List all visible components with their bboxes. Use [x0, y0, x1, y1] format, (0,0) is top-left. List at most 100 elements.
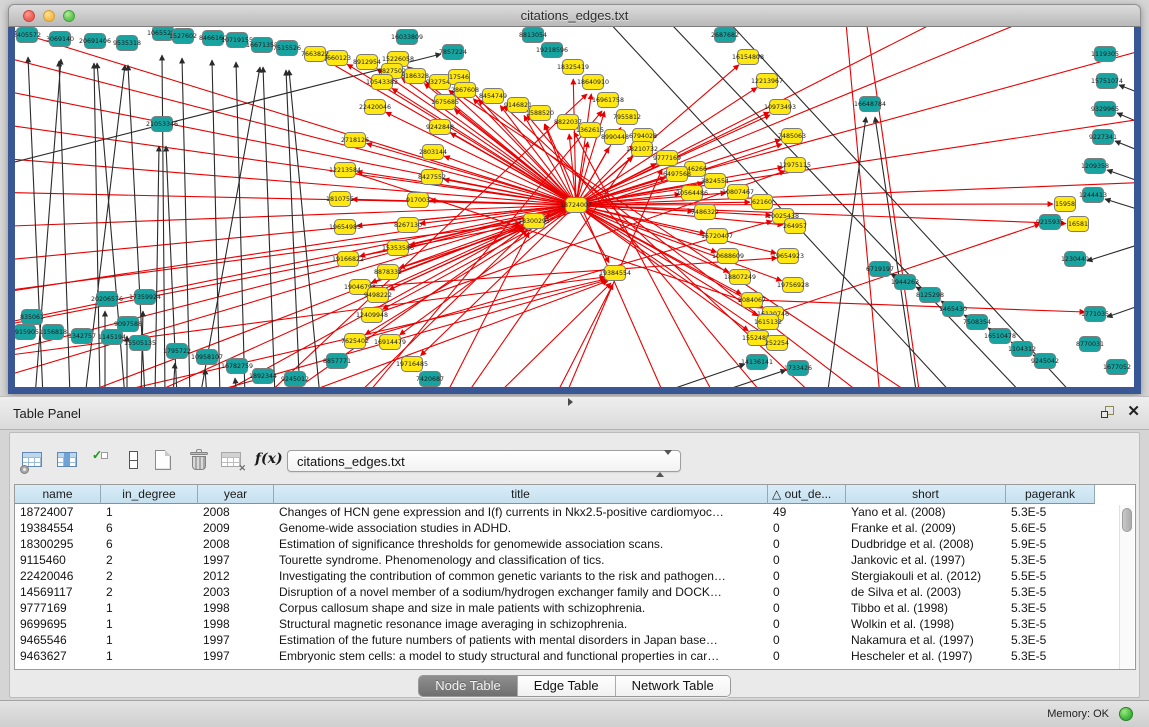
network-node[interactable]: 9245012: [281, 372, 309, 387]
network-node[interactable]: 1244413: [1079, 188, 1107, 203]
network-node[interactable]: 3069140: [46, 32, 74, 47]
network-node[interactable]: 9498222: [364, 288, 392, 303]
network-node[interactable]: 9329965: [1091, 102, 1119, 117]
function-builder-icon[interactable]: f(x): [253, 447, 281, 475]
network-node[interactable]: 15751074: [1091, 74, 1123, 89]
network-node[interactable]: 252254: [765, 336, 789, 351]
network-node[interactable]: 10807467: [722, 185, 754, 200]
table-row[interactable]: 911546021997Tourette syndrome. Phenomeno…: [15, 552, 1135, 568]
network-node[interactable]: 1733426: [784, 361, 812, 376]
network-node[interactable]: 1104312: [1008, 342, 1036, 357]
network-node[interactable]: 264957: [783, 219, 807, 234]
row-height-icon[interactable]: [120, 447, 148, 475]
network-node[interactable]: 7420687: [416, 372, 444, 387]
network-node[interactable]: 15958: [1055, 197, 1076, 212]
table-row[interactable]: 1830029562008Estimation of significance …: [15, 536, 1135, 552]
network-node[interactable]: 16510478: [984, 329, 1016, 344]
network-node[interactable]: 16961758: [592, 93, 624, 108]
network-node[interactable]: 7663822: [301, 47, 329, 62]
network-node[interactable]: 9097588: [114, 317, 142, 332]
network-node[interactable]: 12409948: [356, 308, 388, 323]
network-node[interactable]: 18325419: [557, 60, 589, 75]
table-panel-header[interactable]: Table Panel ✕: [0, 396, 1149, 430]
network-node[interactable]: 6719197: [866, 262, 894, 277]
network-node[interactable]: 8878332: [374, 265, 402, 280]
network-node[interactable]: 2867608: [451, 83, 479, 98]
network-node[interactable]: 8770031: [1076, 337, 1104, 352]
network-node[interactable]: 19218596: [536, 43, 568, 58]
network-node[interactable]: 7508354: [963, 315, 991, 330]
network-node[interactable]: 1675685: [431, 95, 459, 110]
network-node[interactable]: 3915905: [15, 325, 39, 340]
network-node[interactable]: 19654985: [329, 220, 361, 235]
network-node[interactable]: 835061: [20, 310, 44, 325]
table-row[interactable]: 969969511998Structural magnetic resonanc…: [15, 616, 1135, 632]
network-node[interactable]: 1677052: [1103, 360, 1131, 375]
float-panel-icon[interactable]: [1101, 406, 1116, 420]
table-scrollbar[interactable]: [1119, 505, 1134, 669]
network-node[interactable]: 16033809: [391, 30, 423, 45]
tab-edge-table[interactable]: Edge Table: [518, 676, 616, 696]
network-node[interactable]: 7485063: [778, 129, 806, 144]
network-node[interactable]: 9242848: [426, 120, 454, 135]
table-row[interactable]: 1456911722003Disruption of a novel membe…: [15, 584, 1135, 600]
close-panel-icon[interactable]: ✕: [1127, 404, 1140, 420]
network-node[interactable]: 1230449: [1061, 252, 1089, 267]
network-node[interactable]: 8454749: [479, 89, 507, 104]
network-node[interactable]: 16648784: [854, 97, 886, 112]
network-canvas[interactable]: 1872400718300295193845549660123891295415…: [15, 27, 1134, 387]
network-node[interactable]: 21053346: [146, 117, 178, 132]
network-node[interactable]: 10958107: [191, 350, 223, 365]
network-node[interactable]: 1892344: [249, 369, 277, 384]
table-row[interactable]: 2242004622012Investigating the contribut…: [15, 568, 1135, 584]
network-node[interactable]: 12213584: [329, 163, 361, 178]
network-node[interactable]: 8267130: [394, 218, 422, 233]
network-node[interactable]: 7955812: [613, 110, 641, 125]
network-node[interactable]: 8990448: [601, 130, 629, 145]
tab-node-table[interactable]: Node Table: [419, 676, 518, 696]
column-header-name[interactable]: name: [15, 485, 101, 504]
network-node[interactable]: 1156818: [39, 325, 67, 340]
table-row[interactable]: 946362711997Embryonic stem cells: a mode…: [15, 648, 1135, 664]
table-row[interactable]: 1872400712008Changes of HCN gene express…: [15, 504, 1135, 520]
network-node[interactable]: 62160: [752, 195, 773, 210]
network-node[interactable]: 9215935: [1036, 215, 1064, 230]
window-titlebar[interactable]: citations_edges.txt: [8, 4, 1141, 27]
network-node[interactable]: 8427552: [418, 170, 446, 185]
network-node[interactable]: 19716485: [396, 357, 428, 372]
column-header-in-degree[interactable]: in_degree: [101, 485, 198, 504]
network-node[interactable]: 8813054: [519, 28, 547, 43]
network-node[interactable]: 1771035: [1081, 307, 1109, 322]
network-node[interactable]: 1588520: [526, 106, 554, 121]
network-node[interactable]: 1944263: [891, 275, 919, 290]
network-node[interactable]: 2718126: [341, 133, 369, 148]
network-node[interactable]: 1615132: [754, 315, 782, 330]
network-node[interactable]: 3824554: [701, 174, 729, 189]
column-header-pagerank[interactable]: pagerank: [1006, 485, 1095, 504]
network-node[interactable]: 2084067: [738, 293, 766, 308]
network-node[interactable]: 20691406: [79, 34, 111, 49]
network-node[interactable]: 7625402: [341, 334, 369, 349]
column-header-short[interactable]: short: [846, 485, 1006, 504]
table-row[interactable]: 946554611997Estimation of the future num…: [15, 632, 1135, 648]
network-node[interactable]: 19166822: [332, 252, 364, 267]
network-node[interactable]: 19384554: [599, 266, 631, 281]
network-node[interactable]: 917003: [406, 193, 430, 208]
network-node[interactable]: 9245042: [1031, 354, 1059, 369]
network-node[interactable]: 7486322: [691, 205, 719, 220]
network-node[interactable]: 9777169: [653, 151, 681, 166]
network-node[interactable]: 8912954: [353, 55, 381, 70]
column-header-out-de-[interactable]: △ out_de...: [768, 485, 846, 504]
network-node[interactable]: 1527602: [169, 29, 197, 44]
network-node[interactable]: 9227341: [1089, 130, 1117, 145]
column-header-year[interactable]: year: [198, 485, 274, 504]
network-node[interactable]: 16154808: [732, 50, 764, 65]
network-node[interactable]: 10688609: [712, 249, 744, 264]
network-node[interactable]: 1465430: [939, 302, 967, 317]
new-column-icon[interactable]: [150, 447, 178, 475]
table-row[interactable]: 977716911998Corpus callosum shape and si…: [15, 600, 1135, 616]
network-node[interactable]: 9535318: [113, 36, 141, 51]
network-node[interactable]: 2405572: [15, 28, 41, 43]
network-node[interactable]: 14136141: [741, 355, 773, 370]
table-mode-icon[interactable]: [19, 447, 47, 475]
